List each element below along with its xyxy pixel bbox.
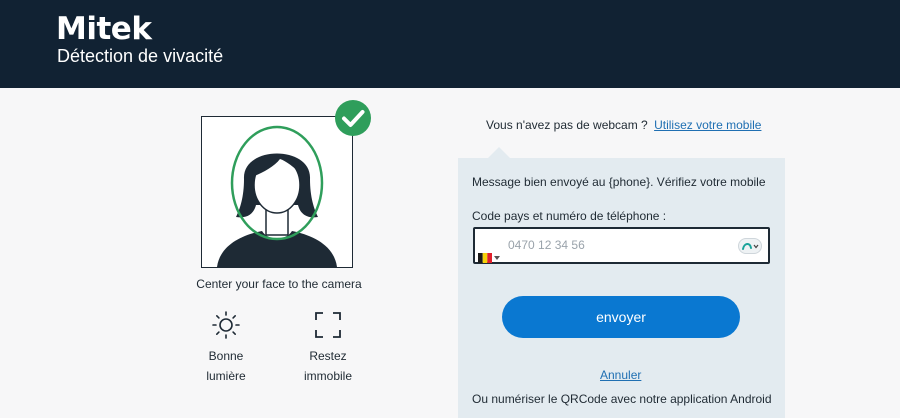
no-webcam-prompt: Vous n'avez pas de webcam ? Utilisez vot… xyxy=(486,118,761,132)
phone-input[interactable] xyxy=(508,236,728,254)
tip-label-line1: Bonne xyxy=(208,349,244,363)
tip-label-line2: immobile xyxy=(303,369,352,383)
autofill-glyph-icon xyxy=(742,243,759,250)
sun-icon xyxy=(212,311,240,339)
check-circle-icon xyxy=(335,100,371,136)
face-instruction: Center your face to the camera xyxy=(196,277,362,291)
face-capture-frame xyxy=(201,116,353,268)
tip-label-line2: lumière xyxy=(206,369,246,383)
header-bar: Mitek Détection de vivacité xyxy=(0,0,900,88)
phone-field[interactable] xyxy=(473,227,770,264)
country-dropdown-caret-icon[interactable] xyxy=(494,256,500,260)
use-mobile-link[interactable]: Utilisez votre mobile xyxy=(654,118,761,132)
sent-message: Message bien envoyé au {phone}. Vérifiez… xyxy=(472,175,766,189)
mitek-logo: Mitek xyxy=(56,11,152,47)
no-webcam-question: Vous n'avez pas de webcam ? xyxy=(486,118,648,132)
tip-stay-still: Restez immobile xyxy=(283,310,373,386)
cancel-link[interactable]: Annuler xyxy=(600,368,641,382)
tip-good-light: Bonne lumière xyxy=(181,310,271,386)
face-silhouette-icon xyxy=(217,125,337,267)
page-subtitle: Détection de vivacité xyxy=(57,46,224,66)
tip-label-line1: Restez xyxy=(309,349,347,363)
frame-corners-icon xyxy=(315,312,341,338)
qr-instruction: Ou numériser le QRCode avec notre applic… xyxy=(472,392,772,406)
autofill-widget-icon[interactable] xyxy=(738,238,762,254)
belgium-flag-icon[interactable] xyxy=(478,253,492,263)
panel-pointer xyxy=(488,147,510,158)
send-button[interactable]: envoyer xyxy=(502,296,740,338)
phone-label: Code pays et numéro de téléphone : xyxy=(472,209,667,223)
